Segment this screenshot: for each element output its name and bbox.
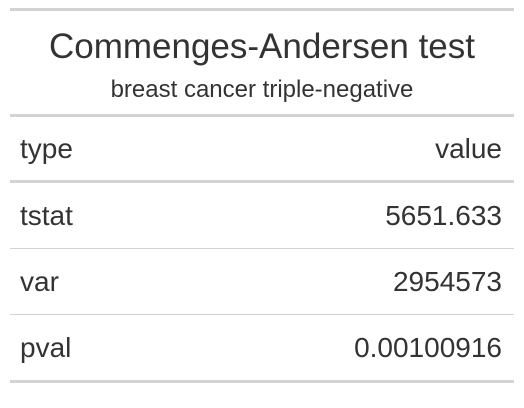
column-header-row: type value <box>10 117 514 180</box>
table-bottom-rule <box>10 380 514 383</box>
row-value-cell: 0.00100916 <box>354 331 502 363</box>
table-row: pval 0.00100916 <box>10 315 514 380</box>
row-value-cell: 5651.633 <box>385 199 502 231</box>
table-row: var 2954573 <box>10 249 514 314</box>
results-table: Commenges-Andersen test breast cancer tr… <box>10 8 514 383</box>
table-row: tstat 5651.633 <box>10 183 514 248</box>
row-type-cell: var <box>20 265 59 297</box>
row-value-cell: 2954573 <box>392 265 502 297</box>
table-subtitle: breast cancer triple-negative <box>110 76 414 103</box>
column-header-type: type <box>20 132 73 164</box>
row-type-cell: pval <box>20 331 72 363</box>
column-header-value: value <box>435 132 502 164</box>
row-type-cell: tstat <box>20 199 73 231</box>
table-title: Commenges-Andersen test <box>48 27 476 66</box>
